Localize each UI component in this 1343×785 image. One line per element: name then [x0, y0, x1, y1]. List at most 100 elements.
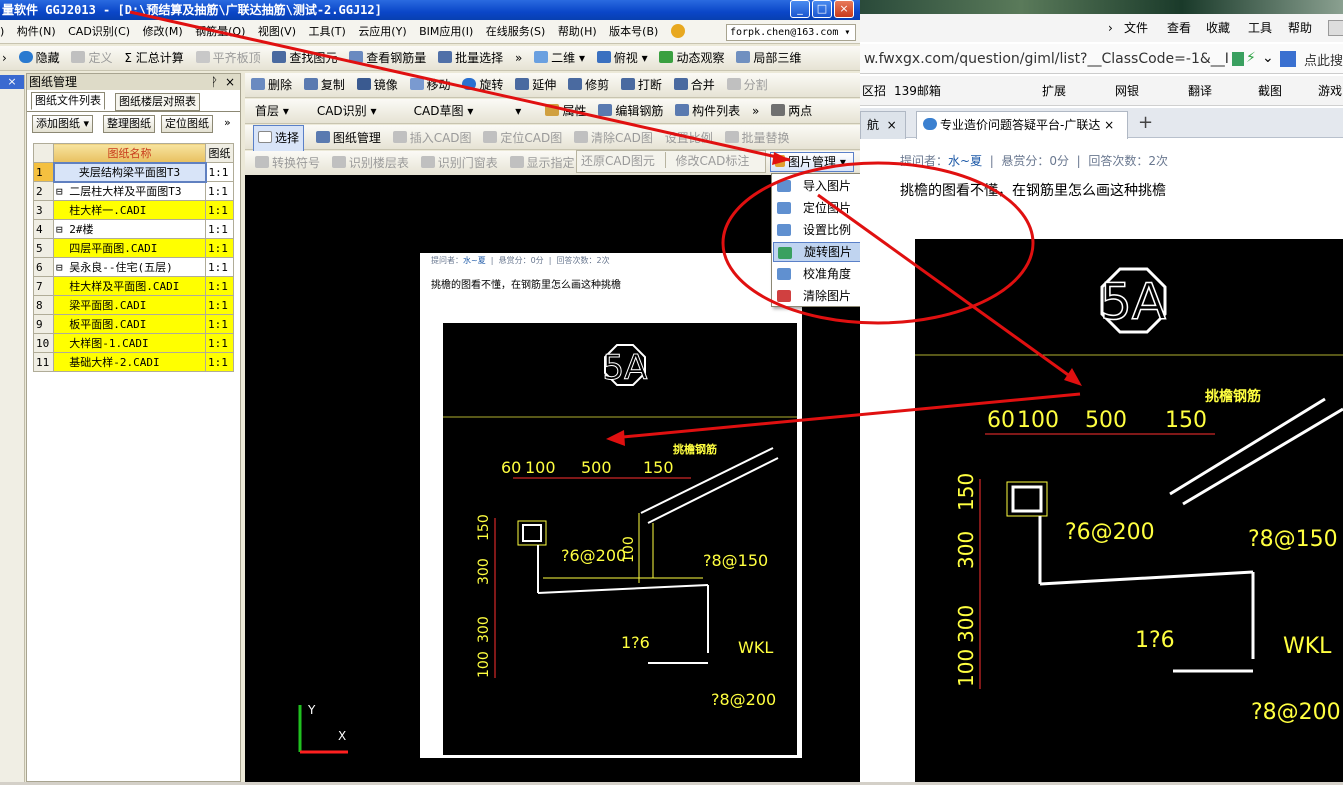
maximize-button[interactable]: □: [812, 0, 832, 18]
show-layer-button[interactable]: 显示指定: [509, 151, 575, 176]
menu-item-locate-picture[interactable]: 定位图片: [773, 198, 860, 218]
active-tab-close-icon[interactable]: ×: [1104, 118, 1114, 132]
fav-item-translate[interactable]: 翻译: [1188, 76, 1212, 106]
table-row[interactable]: 11 基础大样-2.CADI 1:1: [33, 352, 234, 372]
browser-tab-previous[interactable]: 航 ×: [860, 111, 906, 139]
clear-cad-button[interactable]: 清除CAD图: [574, 126, 653, 151]
menu-item-calibrate-angle[interactable]: 校准角度: [773, 264, 860, 284]
set-scale-button[interactable]: 设置比例: [665, 126, 713, 151]
recog-door-window-button[interactable]: 识别门窗表: [420, 151, 498, 176]
properties-button[interactable]: 属性: [545, 99, 587, 124]
locate-drawing-button[interactable]: 定位图纸: [161, 115, 213, 133]
menu-item-import-picture[interactable]: 导入图片: [773, 176, 860, 196]
define-button[interactable]: 定义: [71, 46, 113, 71]
browser-menu-file[interactable]: 文件: [1124, 14, 1148, 42]
select-button[interactable]: 选择: [253, 125, 305, 152]
fav-item-extensions[interactable]: 扩展: [1042, 76, 1066, 106]
break-button[interactable]: 打断: [620, 73, 662, 98]
move-button[interactable]: 移动: [409, 73, 451, 98]
url-dropdown-icon[interactable]: ⌄: [1262, 50, 1274, 66]
menu-item-rotate-picture[interactable]: 旋转图片: [773, 242, 860, 262]
menu-modify[interactable]: 修改(M): [143, 25, 183, 38]
mirror-button[interactable]: 镜像: [356, 73, 398, 98]
browser-menu-help[interactable]: 帮助: [1288, 14, 1312, 42]
copy-button[interactable]: 复制: [303, 73, 345, 98]
strip-close-icon[interactable]: ×: [0, 75, 24, 89]
extend-button[interactable]: 延伸: [515, 73, 556, 98]
menu-member[interactable]: 构件(N): [17, 25, 56, 38]
rotate-button[interactable]: 旋转: [462, 73, 503, 98]
column-drawing-name[interactable]: 图纸名称: [53, 143, 206, 163]
find-element-button[interactable]: 查找图元: [272, 46, 337, 71]
browser-menu-favorites[interactable]: 收藏: [1206, 14, 1230, 42]
trim-button[interactable]: 修剪: [568, 73, 609, 98]
cad-recog-select[interactable]: CAD识别 ▾: [317, 99, 402, 124]
minimize-button[interactable]: _: [790, 0, 810, 18]
security-icon[interactable]: [1232, 52, 1244, 66]
delete-button[interactable]: 删除: [251, 73, 292, 98]
new-tab-button[interactable]: +: [1138, 112, 1153, 133]
top-view-dropdown[interactable]: 俯视 ▾: [596, 46, 648, 71]
cad-draft-select[interactable]: CAD草图 ▾ ▾: [414, 99, 534, 124]
member-list-button[interactable]: 构件列表: [675, 99, 740, 124]
two-points-button[interactable]: 两点: [771, 99, 812, 124]
dynamic-view-button[interactable]: 动态观察: [659, 46, 725, 71]
table-row[interactable]: 2 ⊟ 二层柱大样及平面图T3 1:1: [33, 181, 234, 201]
tab-drawing-file-list[interactable]: 图纸文件列表: [31, 92, 105, 110]
tab-drawing-floor-map[interactable]: 图纸楼层对照表: [115, 93, 200, 111]
add-drawing-button[interactable]: 添加图纸 ▾: [32, 115, 94, 133]
cell-name[interactable]: 板平面图.CADI: [53, 314, 206, 334]
cell-name[interactable]: 柱大样及平面图.CADI: [53, 276, 206, 296]
more-buttons[interactable]: »: [224, 116, 231, 129]
table-row[interactable]: 10 大样图-1.CADI 1:1: [33, 333, 234, 353]
menu-tools[interactable]: 工具(T): [309, 25, 346, 38]
asker-name-link[interactable]: 水~夏: [948, 154, 982, 168]
question-image[interactable]: 5A 60 100 500 150 挑檐钢筋 ?6@200 ?8@150 1?6…: [915, 239, 1343, 782]
browser-minimize-button[interactable]: [1328, 20, 1343, 36]
edit-rebar-button[interactable]: 编辑钢筋: [598, 99, 663, 124]
split-button[interactable]: 分割: [726, 73, 768, 98]
flush-slab-top-button[interactable]: 平齐板顶: [195, 46, 261, 71]
menu-cloud[interactable]: 云应用(Y): [358, 25, 406, 38]
insert-cad-button[interactable]: 插入CAD图: [392, 126, 472, 151]
table-row[interactable]: 9 板平面图.CADI 1:1: [33, 314, 234, 334]
cell-name[interactable]: ⊟ 2#楼: [53, 219, 206, 239]
cell-name[interactable]: 基础大样-2.CADI: [53, 352, 206, 372]
table-row[interactable]: 3 柱大样一.CADI 1:1: [33, 200, 234, 220]
local-3d-button[interactable]: 局部三维: [736, 46, 801, 71]
account-dropdown[interactable]: forpk.chen@163.com ▾: [726, 24, 856, 41]
locate-cad-button[interactable]: 定位CAD图: [483, 126, 562, 151]
table-row[interactable]: 6 ⊟ 吴永良--住宅(五层) 1:1: [33, 257, 234, 277]
previous-tab-close-icon[interactable]: ×: [887, 118, 897, 132]
browser-menu-tools[interactable]: 工具: [1248, 14, 1272, 42]
menu-version[interactable]: 版本号(B): [609, 25, 658, 38]
fav-item-screenshot[interactable]: 截图: [1258, 76, 1282, 106]
fav-item-recruit[interactable]: 区招: [862, 76, 886, 106]
menu-cad-recognition[interactable]: CAD识别(C): [68, 25, 130, 38]
modify-cad-button[interactable]: 修改CAD标注: [676, 154, 750, 168]
close-button[interactable]: ×: [834, 0, 854, 18]
browser-tab-active[interactable]: 专业造价问题答疑平台-广联达 ×: [916, 111, 1128, 139]
drawing-mgmt-button[interactable]: 图纸管理: [315, 126, 381, 151]
cell-name[interactable]: 梁平面图.CADI: [53, 295, 206, 315]
picture-management-dropdown[interactable]: 图片管理 ▾: [770, 152, 854, 172]
browser-menu-view[interactable]: 查看: [1167, 14, 1191, 42]
menu-item-set-scale[interactable]: 设置比例: [773, 220, 860, 240]
merge-button[interactable]: 合并: [673, 73, 715, 98]
menu-view[interactable]: 视图(V): [258, 25, 296, 38]
imported-picture[interactable]: 提问者：水~夏 | 悬赏分：0分 | 回答次数：2次 挑檐的图看不懂，在钢筋里怎…: [420, 253, 802, 758]
menu-online-service[interactable]: 在线服务(S): [486, 25, 546, 38]
table-row[interactable]: 1 夹层结构梁平面图T3 1:1: [33, 161, 234, 183]
batch-replace-button[interactable]: 批量替换: [724, 126, 790, 151]
fav-item-games[interactable]: 游戏: [1318, 76, 1342, 106]
cell-name[interactable]: 四层平面图.CADI: [53, 238, 206, 258]
cell-name[interactable]: 夹层结构梁平面图T3: [52, 161, 207, 183]
menu-bim[interactable]: BIM应用(I): [419, 25, 473, 38]
user-avatar-icon[interactable]: [670, 24, 685, 38]
restore-cad-button[interactable]: 还原CAD图元: [581, 154, 655, 168]
hide-button[interactable]: 隐藏: [18, 46, 60, 71]
2d-dropdown[interactable]: 二维 ▾: [534, 46, 585, 71]
menu-item-clear-picture[interactable]: 清除图片: [773, 286, 860, 306]
convert-symbol-button[interactable]: 转换符号: [255, 151, 320, 176]
panel-close-icon[interactable]: ×: [225, 74, 235, 90]
